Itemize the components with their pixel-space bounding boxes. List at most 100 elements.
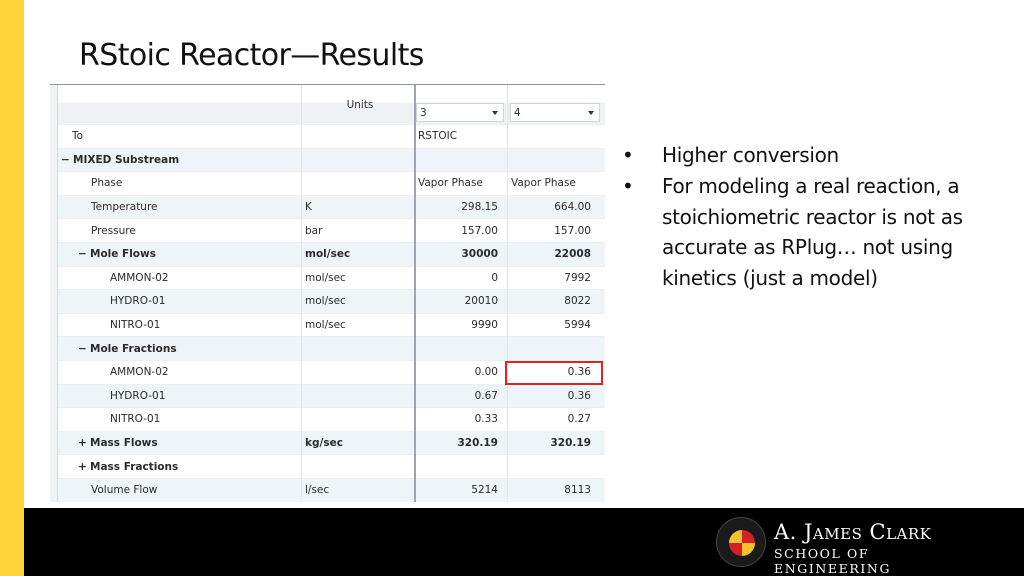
- stream-3-value: 157.00: [461, 224, 498, 237]
- row-label-text: To: [72, 130, 84, 143]
- units-cell: mol/sec: [305, 271, 346, 284]
- stream-4-value: 7992: [564, 271, 591, 284]
- table-row[interactable]: Volume Flow l/sec 5214 8113: [58, 479, 605, 502]
- results-table: Units 3 4 To RSTOIC − MIXED Substream Phase V…: [50, 84, 605, 502]
- bullet-marker: •: [622, 173, 634, 198]
- stream-4-value: Vapor Phase: [511, 177, 576, 190]
- row-label: Volume Flow: [58, 479, 301, 502]
- row-label-text: HYDRO-01: [110, 389, 166, 402]
- table-row[interactable]: Temperature K 298.15 664.00: [58, 195, 605, 220]
- stream-4-value: [509, 337, 603, 360]
- units-cell: [305, 125, 415, 148]
- table-row[interactable]: − MIXED Substream: [58, 148, 605, 173]
- collapse-icon[interactable]: −: [61, 154, 73, 166]
- stream-3-value: RSTOIC: [418, 130, 458, 143]
- table-row[interactable]: Pressure bar 157.00 157.00: [58, 219, 605, 243]
- stream-3-value: 298.15: [461, 201, 498, 214]
- row-label-text: NITRO-01: [110, 413, 161, 426]
- row-label-text: Mass Flows: [90, 437, 158, 450]
- stream-3-value: [416, 337, 508, 360]
- units-cell: [305, 408, 415, 431]
- stream-3-value: [416, 455, 508, 478]
- stream-3-dropdown[interactable]: 3: [416, 103, 504, 122]
- table-row[interactable]: AMMON-02 mol/sec 0 7992: [58, 267, 605, 291]
- row-label: AMMON-02: [58, 361, 301, 384]
- row-label-text: Phase: [91, 177, 123, 190]
- row-label-text: NITRO-01: [110, 319, 161, 332]
- stream-3-value: Vapor Phase: [418, 177, 483, 190]
- row-label-text: Mole Fractions: [90, 342, 177, 355]
- stream-4-value: [509, 455, 603, 478]
- bullet-marker: •: [622, 143, 634, 167]
- bullet-text: For modeling a real reaction, a stoichio…: [662, 173, 963, 291]
- row-label-text: Mass Fractions: [90, 460, 179, 473]
- table-row[interactable]: + Mass Fractions: [58, 455, 605, 479]
- collapse-icon[interactable]: −: [78, 343, 90, 355]
- table-row[interactable]: + Mass Flows kg/sec 320.19 320.19: [58, 431, 605, 456]
- row-label: − Mole Fractions: [58, 337, 301, 360]
- stream-4-value: 0.36: [567, 389, 591, 402]
- highlight-box: [505, 361, 603, 385]
- stream-3-value: [416, 149, 508, 172]
- row-label-text: AMMON-02: [110, 271, 169, 284]
- row-label-text: AMMON-02: [110, 366, 169, 379]
- bullet-item: • For modeling a real reaction, a stoich…: [618, 171, 1018, 294]
- table-row[interactable]: To RSTOIC: [58, 125, 605, 149]
- logo-school: SCHOOL OF ENGINEERING: [774, 546, 892, 576]
- clark-school-logo: A. James Clark SCHOOL OF ENGINEERING: [716, 516, 986, 576]
- row-label-text: MIXED Substream: [73, 153, 180, 166]
- slide-title: RStoic Reactor—Results: [79, 38, 424, 73]
- table-row[interactable]: HYDRO-01 0.67 0.36: [58, 384, 605, 409]
- stream-3-value: 0: [491, 271, 498, 284]
- chevron-down-icon: [588, 111, 594, 115]
- table-row[interactable]: HYDRO-01 mol/sec 20010 8022: [58, 290, 605, 314]
- chevron-down-icon: [492, 111, 498, 115]
- stream-3-value: 9990: [471, 319, 498, 332]
- units-cell: bar: [305, 224, 323, 237]
- stream-4-dropdown[interactable]: 4: [510, 103, 600, 122]
- stream-4-value: 664.00: [554, 201, 591, 214]
- units-cell: mol/sec: [305, 295, 346, 308]
- row-label: − MIXED Substream: [58, 149, 301, 172]
- table-row[interactable]: − Mole Flows mol/sec 30000 22008: [58, 243, 605, 267]
- units-cell: mol/sec: [305, 319, 346, 332]
- stream-4-value: 320.19: [550, 437, 591, 450]
- row-label-text: Temperature: [91, 201, 158, 214]
- row-label-text: HYDRO-01: [110, 295, 166, 308]
- accent-bar: [0, 0, 24, 576]
- stream-4-value: 22008: [554, 248, 591, 261]
- row-label: To: [58, 125, 301, 148]
- table-row[interactable]: − Mole Fractions: [58, 337, 605, 361]
- stream-3-value: 0.33: [474, 413, 498, 426]
- stream-3-value: 0.00: [474, 366, 498, 379]
- stream-4-value: 0.27: [567, 413, 591, 426]
- units-column-header: Units: [346, 99, 374, 111]
- table-row[interactable]: NITRO-01 0.33 0.27: [58, 408, 605, 432]
- stream-3-value: 0.67: [474, 389, 498, 402]
- table-row[interactable]: NITRO-01 mol/sec 9990 5994: [58, 314, 605, 338]
- expand-icon[interactable]: +: [78, 461, 90, 473]
- row-label: HYDRO-01: [58, 290, 301, 313]
- stream-4-selected: 4: [514, 106, 521, 119]
- column-divider: [414, 85, 416, 502]
- units-cell: [305, 361, 415, 384]
- column-divider: [301, 85, 302, 502]
- row-label: AMMON-02: [58, 267, 301, 290]
- stream-3-value: 30000: [461, 248, 498, 261]
- stream-3-value: 20010: [464, 295, 498, 308]
- expand-icon[interactable]: +: [78, 437, 90, 449]
- units-cell: [305, 337, 415, 360]
- units-cell: [305, 385, 415, 408]
- row-label: NITRO-01: [58, 314, 301, 337]
- row-label: − Mole Flows: [58, 243, 301, 266]
- collapse-icon[interactable]: −: [78, 248, 90, 260]
- units-cell: l/sec: [305, 484, 330, 497]
- stream-4-value: 8113: [564, 484, 591, 497]
- bullet-item: • Higher conversion: [618, 140, 1018, 171]
- row-label: + Mass Fractions: [58, 455, 301, 478]
- row-label: HYDRO-01: [58, 385, 301, 408]
- row-label-text: Mole Flows: [90, 248, 156, 261]
- table-row[interactable]: Phase Vapor Phase Vapor Phase: [58, 172, 605, 196]
- stream-4-value: 8022: [564, 295, 591, 308]
- stream-3-selected: 3: [420, 106, 427, 119]
